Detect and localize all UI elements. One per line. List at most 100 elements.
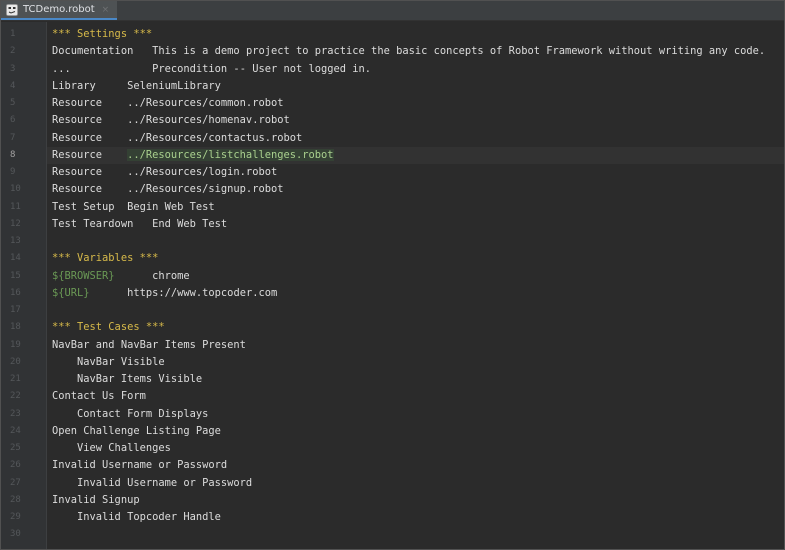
code-text: Contact Form Displays [52, 407, 209, 420]
line-number: 2 [10, 46, 16, 57]
code-line[interactable]: View Challenges [47, 440, 784, 457]
setting-keyword: Test Teardown [52, 217, 134, 230]
code-line[interactable]: Resource ../Resources/listchallenges.rob… [47, 146, 784, 164]
line-number: 4 [10, 80, 16, 91]
code-line[interactable]: Invalid Username or Password [47, 475, 784, 492]
setting-value: ../Resources/contactus.robot [127, 131, 303, 144]
variable-name: ${BROWSER} [52, 269, 115, 282]
code-line[interactable]: Test Setup Begin Web Test [47, 199, 784, 216]
line-number: 11 [10, 201, 21, 212]
line-number: 16 [10, 287, 21, 298]
code-text: Open Challenge Listing Page [52, 424, 221, 437]
code-line[interactable]: ... Precondition -- User not logged in. [47, 61, 784, 78]
setting-keyword: ... [52, 62, 71, 75]
section-header: *** Variables *** [52, 252, 159, 265]
code-line[interactable] [47, 526, 784, 543]
section-header: *** Test Cases *** [52, 321, 165, 334]
tab-tcdemo-robot[interactable]: TCDemo.robot × [1, 1, 118, 20]
variable-value: chrome [152, 269, 190, 282]
setting-keyword: Resource [52, 166, 103, 178]
line-number: 18 [10, 322, 21, 333]
setting-value: SeleniumLibrary [127, 79, 221, 92]
code-line[interactable]: ${URL} https://www.topcoder.com [47, 285, 784, 302]
code-text: NavBar Items Visible [52, 373, 203, 385]
line-number: 27 [10, 477, 21, 488]
code-line[interactable]: Test Teardown End Web Test [47, 216, 784, 233]
line-number: 3 [10, 63, 16, 74]
setting-value: ../Resources/common.robot [127, 97, 284, 109]
line-number: 13 [10, 236, 21, 246]
setting-keyword: Resource [52, 131, 103, 144]
code-line[interactable]: Library SeleniumLibrary [47, 78, 784, 95]
code-line[interactable]: *** Settings *** [47, 26, 784, 43]
code-text: Invalid Username or Password [52, 476, 253, 489]
setting-value-highlighted: ../Resources/listchallenges.robot [127, 148, 334, 161]
line-number: 10 [10, 184, 21, 195]
variable-name: ${URL} [52, 286, 90, 299]
line-number-gutter: 1 2 3 4 5 6 7 8 9 10 11 12 13 14 15 16 17 18 19 20 21 22 23 24 2… [1, 22, 47, 549]
ide-window: TCDemo.robot × 1 2 3 4 5 6 7 8 9 10 11 12 13 14 15 16 17… [0, 0, 785, 550]
code-line[interactable]: NavBar Visible [47, 354, 784, 371]
setting-keyword: Documentation [52, 45, 134, 58]
code-text: Invalid Topcoder Handle [52, 511, 221, 523]
editor-tab-bar: TCDemo.robot × [1, 1, 784, 21]
setting-keyword: Resource [52, 148, 103, 161]
code-line[interactable]: Resource ../Resources/signup.robot [47, 181, 784, 198]
line-number: 30 [10, 529, 21, 540]
setting-value: Precondition -- User not logged in. [152, 62, 372, 75]
code-line[interactable]: Invalid Topcoder Handle [47, 509, 784, 526]
setting-keyword: Test Setup [52, 200, 115, 213]
code-text: NavBar Visible [52, 355, 165, 368]
setting-value: End Web Test [152, 217, 228, 230]
setting-value: ../Resources/signup.robot [127, 183, 284, 196]
code-line[interactable]: *** Variables *** [47, 250, 784, 267]
close-icon[interactable]: × [102, 5, 110, 15]
setting-keyword: Resource [52, 183, 103, 196]
code-line[interactable] [47, 302, 784, 319]
code-editor[interactable]: 1 2 3 4 5 6 7 8 9 10 11 12 13 14 15 16 17 18 19 20 21 22 23 24 2… [1, 22, 784, 549]
line-number: 21 [10, 374, 21, 384]
line-number: 17 [10, 305, 21, 315]
code-line[interactable]: *** Test Cases *** [47, 319, 784, 336]
code-line[interactable]: NavBar and NavBar Items Present [47, 337, 784, 354]
setting-value: Begin Web Test [127, 200, 215, 213]
code-line[interactable]: Contact Form Displays [47, 406, 784, 423]
setting-keyword: Library [52, 79, 96, 92]
setting-keyword: Resource [52, 97, 103, 109]
line-number: 12 [10, 218, 21, 229]
tab-filename: TCDemo.robot [23, 4, 95, 15]
line-number: 28 [10, 494, 21, 505]
code-line[interactable]: Open Challenge Listing Page [47, 423, 784, 440]
line-number: 25 [10, 443, 21, 453]
variable-value: https://www.topcoder.com [127, 286, 278, 299]
line-number: 24 [10, 425, 21, 436]
code-line[interactable]: Resource ../Resources/contactus.robot [47, 130, 784, 147]
line-number: 9 [10, 167, 16, 177]
line-number: 26 [10, 460, 21, 471]
code-line[interactable]: Resource ../Resources/homenav.robot [47, 112, 784, 129]
code-line[interactable]: Invalid Username or Password [47, 457, 784, 474]
line-number: 14 [10, 253, 21, 264]
line-number: 15 [10, 270, 21, 281]
code-line[interactable]: Resource ../Resources/common.robot [47, 95, 784, 112]
line-number: 5 [10, 98, 16, 108]
setting-value: This is a demo project to practice the b… [152, 45, 766, 58]
code-line[interactable]: Contact Us Form [47, 388, 784, 405]
setting-value: ../Resources/login.robot [127, 166, 278, 178]
code-area[interactable]: *** Settings *** Documentation This is a … [47, 22, 784, 549]
code-text: Contact Us Form [52, 390, 146, 403]
code-text: Invalid Username or Password [52, 459, 228, 472]
code-line[interactable]: ${BROWSER} chrome [47, 268, 784, 285]
code-text: View Challenges [52, 442, 171, 454]
code-line[interactable]: Resource ../Resources/login.robot [47, 164, 784, 181]
code-text: NavBar and NavBar Items Present [52, 338, 246, 351]
line-number: 19 [10, 339, 21, 350]
code-line[interactable]: NavBar Items Visible [47, 371, 784, 388]
code-line[interactable]: Invalid Signup [47, 492, 784, 509]
code-line[interactable] [47, 233, 784, 250]
line-number: 20 [10, 356, 21, 367]
setting-keyword: Resource [52, 114, 103, 127]
code-line[interactable]: Documentation This is a demo project to … [47, 43, 784, 60]
line-number: 6 [10, 115, 16, 126]
section-header: *** Settings *** [52, 28, 153, 40]
